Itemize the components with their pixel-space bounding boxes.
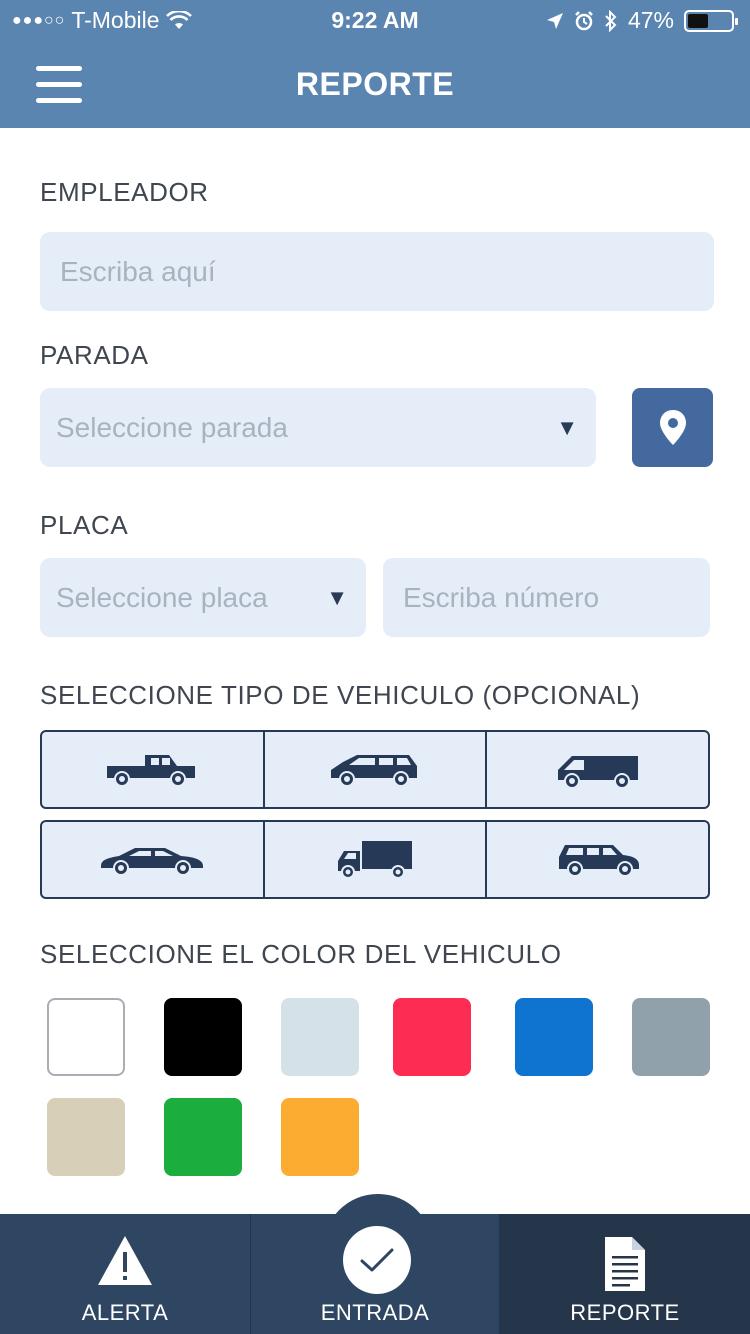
battery-percent: 47% xyxy=(627,7,674,33)
vehicle-type-van[interactable] xyxy=(485,732,708,807)
employer-input[interactable] xyxy=(40,232,714,311)
plate-select-placeholder: Seleccione placa xyxy=(56,581,268,613)
vehicle-type-truck[interactable] xyxy=(262,822,486,897)
tab-alerta[interactable]: ALERTA xyxy=(0,1214,250,1334)
entrada-check-button[interactable] xyxy=(343,1226,411,1294)
map-pin-icon xyxy=(659,409,686,445)
minivan-icon xyxy=(331,754,417,787)
vehicle-type-label: SELECCIONE TIPO DE VEHICULO (OPCIONAL) xyxy=(40,680,641,710)
color-swatch-white[interactable] xyxy=(47,998,125,1076)
stop-select[interactable]: Seleccione parada ▼ xyxy=(40,388,596,467)
tab-reporte-label: REPORTE xyxy=(570,1300,680,1325)
vehicle-type-minivan[interactable] xyxy=(262,732,486,807)
stop-select-placeholder: Seleccione parada xyxy=(56,411,288,443)
vehicle-color-label: SELECCIONE EL COLOR DEL VEHICULO xyxy=(40,939,562,969)
tab-alerta-label: ALERTA xyxy=(81,1300,169,1325)
color-swatch-red[interactable] xyxy=(393,998,471,1076)
battery-icon xyxy=(684,9,738,32)
warning-icon xyxy=(98,1236,152,1285)
tab-reporte[interactable]: REPORTE xyxy=(500,1214,750,1334)
vehicle-type-sedan[interactable] xyxy=(42,822,263,897)
tab-entrada-label: ENTRADA xyxy=(320,1300,430,1325)
vehicle-type-pickup[interactable] xyxy=(42,732,263,807)
suv-icon xyxy=(558,844,639,877)
vehicle-type-suv[interactable] xyxy=(485,822,708,897)
plate-label: PLACA xyxy=(40,510,129,540)
alarm-icon xyxy=(575,10,593,30)
bluetooth-icon xyxy=(605,9,617,32)
location-arrow-icon xyxy=(546,12,563,29)
color-swatch-beige[interactable] xyxy=(47,1098,125,1176)
status-right: 47% xyxy=(546,7,738,34)
box-truck-icon xyxy=(338,840,412,879)
color-swatch-gray[interactable] xyxy=(632,998,710,1076)
sedan-icon xyxy=(101,847,204,876)
location-button[interactable] xyxy=(632,388,713,467)
status-bar: ●●●○○ T-Mobile 9:22 AM 47% xyxy=(0,0,750,40)
cargo-van-icon xyxy=(557,755,638,789)
plate-number-input[interactable] xyxy=(383,558,710,637)
nav-bar: REPORTE xyxy=(0,40,750,128)
page-title: REPORTE xyxy=(295,66,455,102)
employer-label: EMPLEADOR xyxy=(40,177,209,207)
pickup-truck-icon xyxy=(107,754,196,787)
color-swatch-black[interactable] xyxy=(164,998,242,1076)
color-swatch-orange[interactable] xyxy=(281,1098,359,1176)
color-swatch-light-blue-gray[interactable] xyxy=(281,998,359,1076)
caret-down-icon: ▼ xyxy=(556,414,578,440)
vehicle-type-row-2 xyxy=(40,820,710,899)
color-swatch-blue[interactable] xyxy=(515,998,593,1076)
color-swatch-green[interactable] xyxy=(164,1098,242,1176)
check-icon xyxy=(360,1248,394,1272)
vehicle-type-row-1 xyxy=(40,730,710,809)
document-icon xyxy=(605,1237,645,1291)
stop-label: PARADA xyxy=(40,340,149,370)
caret-down-icon: ▼ xyxy=(326,584,348,610)
plate-select[interactable]: Seleccione placa ▼ xyxy=(40,558,366,637)
